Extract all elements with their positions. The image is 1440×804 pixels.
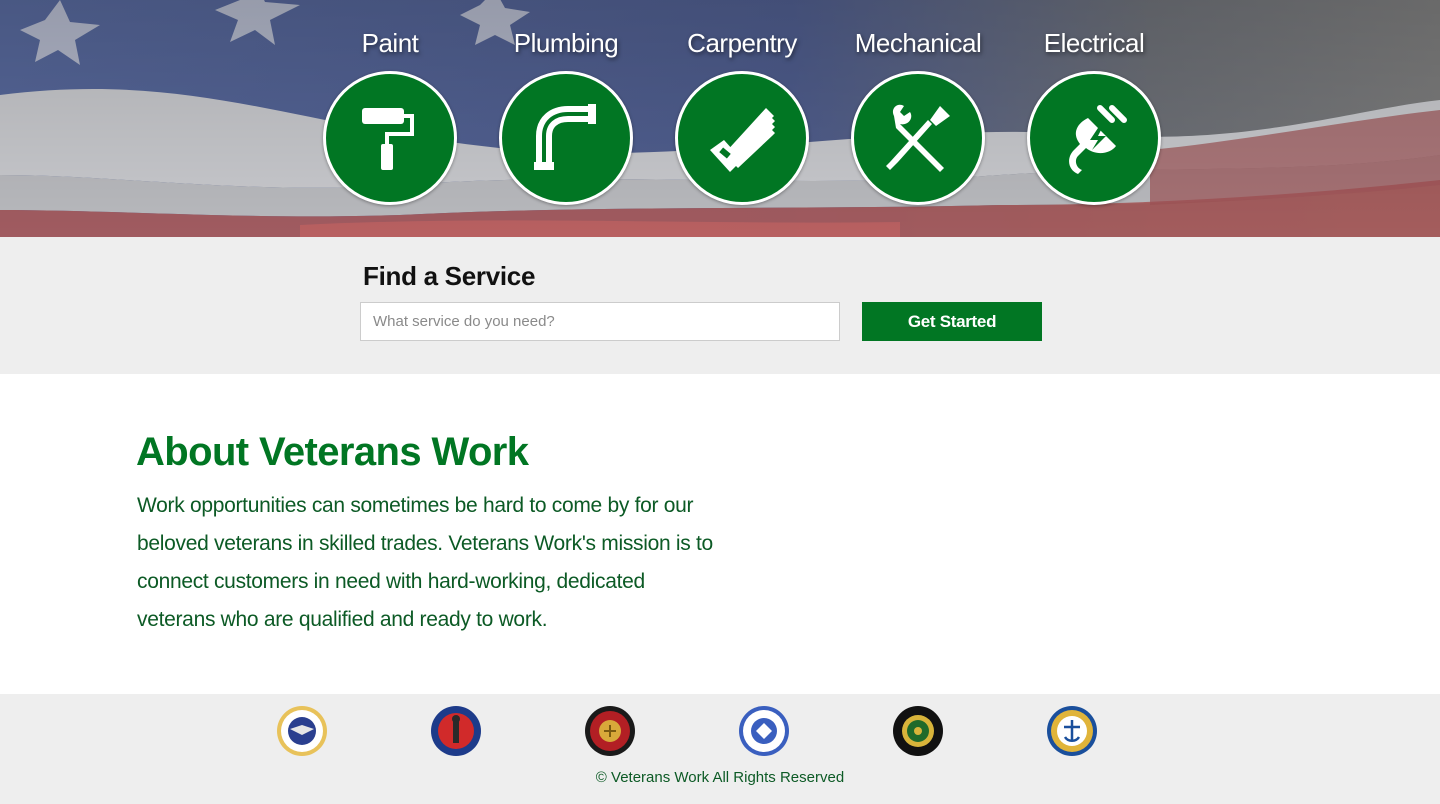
electric-plug-icon [1069,105,1127,174]
service-circle[interactable] [323,71,457,205]
hero-banner: Paint Plumbing Carpentry Mechanical Elec… [0,0,1440,237]
service-carpentry[interactable]: Carpentry [654,0,830,237]
national-guard-seal-icon[interactable] [430,705,482,757]
service-circle[interactable] [1027,71,1161,205]
service-electrical[interactable]: Electrical [1006,0,1182,237]
service-label: Electrical [1043,28,1145,58]
saw-icon [710,108,775,172]
service-search-input[interactable] [360,302,840,341]
service-circle[interactable] [499,71,633,205]
coast-guard-seal-icon[interactable] [1046,705,1098,757]
service-mechanical[interactable]: Mechanical [830,0,1006,237]
service-paint[interactable]: Paint [302,0,478,237]
find-service-heading: Find a Service [363,261,536,291]
paint-roller-icon [362,108,414,170]
service-label: Mechanical [854,28,982,58]
about-heading: About Veterans Work [136,430,529,474]
about-section: About Veterans Work Work opportunities c… [0,374,1440,694]
service-categories: Paint Plumbing Carpentry Mechanical Elec… [0,0,1440,237]
service-circle[interactable] [851,71,985,205]
navy-seal-icon[interactable] [738,705,790,757]
service-label: Paint [361,28,419,58]
find-service-section: Find a Service Get Started [0,237,1440,374]
pipe-elbow-icon [534,104,596,170]
service-label: Plumbing [513,28,619,58]
air-force-seal-icon[interactable] [276,705,328,757]
marine-corps-seal-icon[interactable] [584,705,636,757]
about-paragraph: Work opportunities can sometimes be hard… [137,494,713,631]
get-started-button[interactable]: Get Started [862,302,1042,341]
service-circle[interactable] [675,71,809,205]
wrench-screwdriver-icon [886,104,950,172]
army-seal-icon[interactable] [892,705,944,757]
copyright-text: © Veterans Work All Rights Reserved [595,769,845,786]
service-label: Carpentry [687,28,797,58]
service-plumbing[interactable]: Plumbing [478,0,654,237]
footer: © Veterans Work All Rights Reserved [0,694,1440,804]
